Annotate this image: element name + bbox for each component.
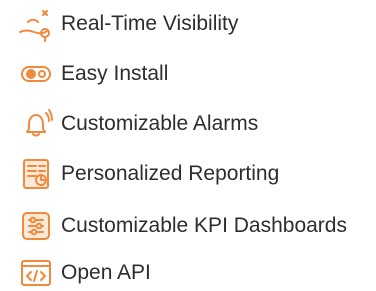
route-pin-icon	[18, 6, 54, 42]
toggle-switch-icon	[18, 56, 54, 92]
feature-item-customizable-kpi-dashboards: Customizable KPI Dashboards	[18, 208, 347, 244]
feature-label: Customizable KPI Dashboards	[61, 214, 347, 237]
feature-item-easy-install: Easy Install	[18, 56, 168, 92]
feature-item-real-time-visibility: Real-Time Visibility	[18, 6, 238, 42]
feature-list: Real-Time Visibility Easy Install Custom…	[0, 0, 376, 291]
feature-label: Personalized Reporting	[61, 162, 280, 185]
bell-icon	[18, 106, 54, 142]
feature-label: Easy Install	[61, 62, 169, 85]
feature-item-open-api: Open API	[18, 255, 151, 291]
code-window-icon	[18, 255, 54, 291]
report-icon	[18, 156, 54, 192]
feature-item-customizable-alarms: Customizable Alarms	[18, 106, 258, 142]
sliders-icon	[18, 208, 54, 244]
feature-item-personalized-reporting: Personalized Reporting	[18, 156, 279, 192]
feature-label: Real-Time Visibility	[61, 12, 239, 35]
feature-label: Open API	[61, 261, 151, 284]
feature-label: Customizable Alarms	[61, 112, 259, 135]
